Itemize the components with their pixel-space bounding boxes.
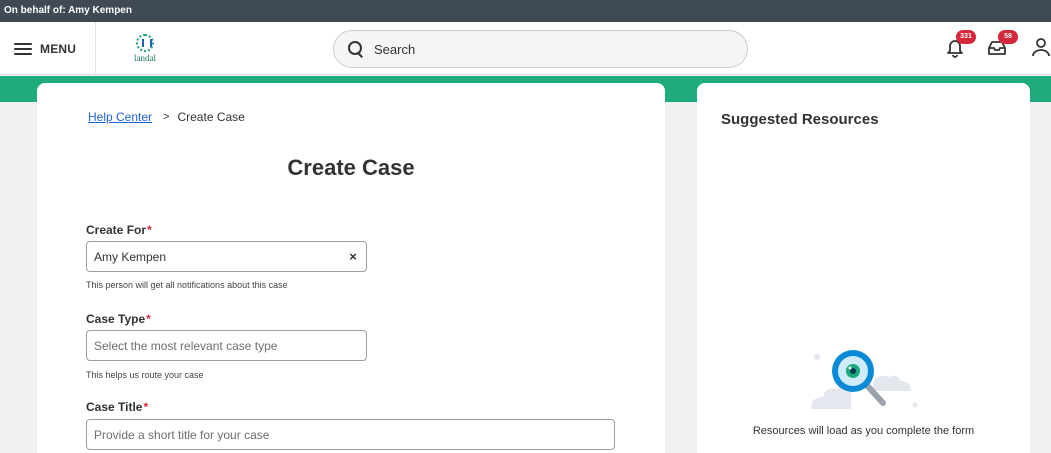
profile-button[interactable]: [1030, 36, 1051, 62]
create-for-hint: This person will get all notifications a…: [86, 280, 288, 290]
create-for-label: Create For*: [86, 223, 152, 237]
inbox-count-badge: 58: [998, 30, 1018, 44]
create-case-card: Help Center > Create Case Create Case Cr…: [37, 83, 665, 453]
required-marker: *: [147, 223, 152, 237]
create-for-field[interactable]: Amy Kempen ×: [86, 241, 367, 272]
case-title-field[interactable]: [86, 419, 615, 450]
suggested-resources-title: Suggested Resources: [721, 111, 879, 128]
suggested-resources-card: Suggested Resources Resources will load …: [697, 83, 1030, 453]
chevron-right-icon: >: [163, 111, 170, 123]
case-title-label-text: Case Title: [86, 400, 143, 414]
required-marker: *: [146, 312, 151, 326]
search-icon: [348, 41, 364, 57]
hamburger-icon: [14, 42, 32, 55]
case-type-label-text: Case Type: [86, 312, 146, 326]
breadcrumb-help-center-link[interactable]: Help Center: [88, 110, 152, 124]
breadcrumb: Help Center > Create Case: [88, 110, 245, 124]
menu-button[interactable]: MENU: [0, 22, 96, 75]
case-title-label: Case Title*: [86, 400, 148, 414]
inbox-button[interactable]: 58: [986, 30, 1018, 62]
magnifier-cloud-illustration-icon: [811, 350, 918, 409]
close-icon[interactable]: ×: [340, 249, 366, 264]
logo-text: landal: [134, 53, 156, 63]
menu-label: MENU: [40, 41, 77, 56]
required-marker: *: [143, 400, 149, 414]
company-logo[interactable]: landal: [130, 34, 160, 66]
notifications-button[interactable]: 331: [944, 30, 976, 62]
resources-loading-message: Resources will load as you complete the …: [752, 425, 975, 437]
case-type-hint: This helps us route your case: [86, 370, 204, 380]
search-input[interactable]: [374, 41, 734, 57]
case-type-field[interactable]: [86, 330, 367, 361]
create-for-value: Amy Kempen: [94, 249, 167, 264]
delegation-banner: On behalf of: Amy Kempen: [0, 0, 1051, 22]
case-type-input[interactable]: [94, 338, 366, 353]
case-type-label: Case Type*: [86, 312, 151, 326]
top-header: MENU landal 331 58: [0, 22, 1051, 75]
search-bar[interactable]: [333, 30, 748, 68]
delegation-text: On behalf of: Amy Kempen: [4, 5, 132, 16]
create-for-label-text: Create For: [86, 223, 147, 237]
case-title-input[interactable]: [94, 427, 614, 442]
notifications-count-badge: 331: [956, 30, 976, 44]
person-icon: [1032, 38, 1050, 57]
breadcrumb-current: Create Case: [177, 110, 245, 124]
logo-mark-icon: [136, 34, 154, 52]
page-title: Create Case: [287, 155, 415, 180]
